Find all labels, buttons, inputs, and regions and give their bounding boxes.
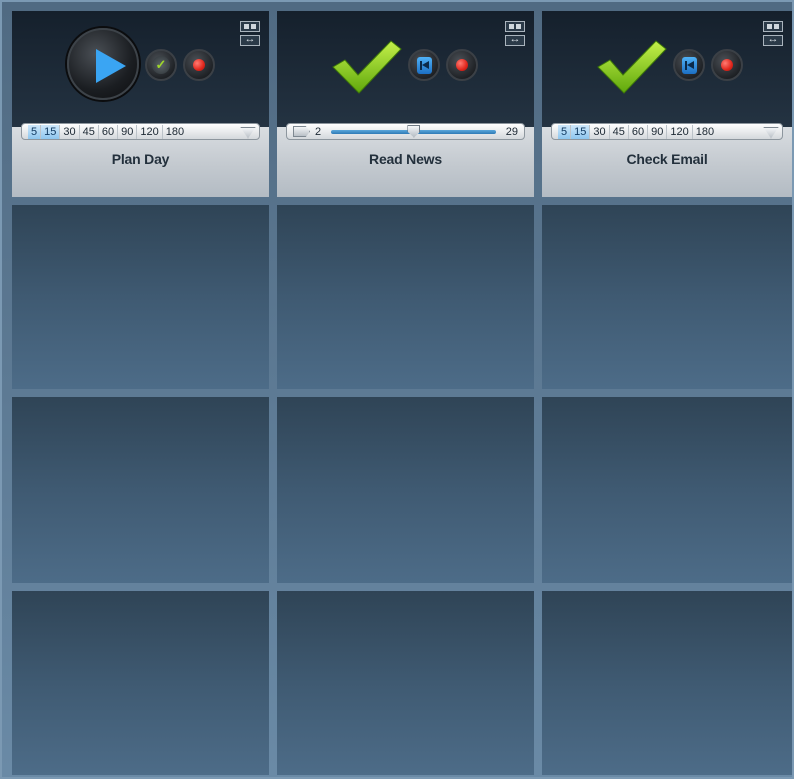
expand-icon[interactable] [240, 33, 260, 46]
slider-thumb[interactable] [407, 124, 421, 138]
play-icon[interactable] [67, 28, 139, 100]
slider-min-label: 2 [315, 125, 322, 138]
stop-icon [193, 59, 205, 71]
duration-option[interactable]: 30 [60, 124, 80, 139]
empty-slot[interactable] [542, 205, 792, 389]
check-icon [331, 39, 403, 95]
stop-button[interactable] [711, 49, 743, 81]
duration-option[interactable]: 90 [118, 124, 138, 139]
task-title: Plan Day [111, 151, 170, 167]
split-view-icon[interactable] [763, 21, 783, 32]
split-view-icon[interactable] [240, 21, 260, 32]
empty-slot[interactable] [542, 397, 792, 583]
duration-option[interactable]: 15 [571, 124, 591, 139]
rewind-icon [682, 57, 697, 74]
duration-option[interactable]: 60 [99, 124, 119, 139]
chevron-down-icon[interactable] [761, 126, 779, 138]
duration-selector[interactable]: 5 15 30 45 60 90 120 180 [21, 123, 260, 140]
duration-selector[interactable]: 5 15 30 45 60 90 120 180 [551, 123, 783, 140]
duration-option[interactable]: 120 [667, 124, 693, 139]
duration-option[interactable]: 90 [648, 124, 668, 139]
task-title: Read News [369, 151, 442, 167]
complete-button[interactable]: ✓ [145, 49, 177, 81]
stop-button[interactable] [183, 49, 215, 81]
duration-option[interactable]: 5 [558, 124, 572, 139]
task-title: Check Email [626, 151, 708, 167]
slider-track[interactable] [331, 124, 496, 138]
task-card-header [277, 11, 534, 127]
task-board: ✓ 5 15 30 45 60 90 120 180 Plan Day [0, 0, 794, 779]
view-toggle[interactable] [240, 21, 260, 49]
duration-option[interactable]: 180 [693, 125, 717, 139]
view-toggle[interactable] [763, 21, 783, 49]
stop-icon [721, 59, 733, 71]
stop-icon [456, 59, 468, 71]
mini-check-icon: ✓ [152, 56, 170, 74]
task-card-plan-day[interactable]: ✓ 5 15 30 45 60 90 120 180 Plan Day [12, 11, 269, 197]
duration-option[interactable]: 60 [629, 124, 649, 139]
rewind-button[interactable] [673, 49, 705, 81]
view-toggle[interactable] [505, 21, 525, 49]
duration-option[interactable]: 15 [41, 124, 61, 139]
duration-option[interactable]: 180 [163, 125, 187, 139]
duration-option[interactable]: 45 [610, 124, 629, 139]
rewind-button[interactable] [408, 49, 440, 81]
task-card-read-news[interactable]: 2 29 Read News [277, 11, 534, 197]
empty-slot[interactable] [277, 397, 534, 583]
check-icon [596, 39, 668, 95]
duration-option[interactable]: 30 [590, 124, 610, 139]
expand-icon[interactable] [505, 33, 525, 46]
empty-slot[interactable] [12, 591, 269, 775]
empty-slot[interactable] [542, 591, 792, 775]
slider-max-label: 29 [505, 125, 518, 138]
stop-button[interactable] [446, 49, 478, 81]
duration-slider[interactable]: 2 29 [286, 123, 525, 140]
empty-slot[interactable] [277, 205, 534, 389]
slider-handle-icon[interactable] [293, 126, 310, 137]
duration-option[interactable]: 45 [80, 124, 99, 139]
rewind-icon [417, 57, 432, 74]
empty-slot[interactable] [12, 397, 269, 583]
empty-slot[interactable] [277, 591, 534, 775]
duration-option[interactable]: 5 [28, 124, 42, 139]
split-view-icon[interactable] [505, 21, 525, 32]
task-card-check-email[interactable]: 5 15 30 45 60 90 120 180 Check Email [542, 11, 792, 197]
task-card-header [12, 11, 269, 127]
duration-option[interactable]: 120 [137, 124, 163, 139]
empty-slot[interactable] [12, 205, 269, 389]
expand-icon[interactable] [763, 33, 783, 46]
chevron-down-icon[interactable] [238, 126, 256, 138]
